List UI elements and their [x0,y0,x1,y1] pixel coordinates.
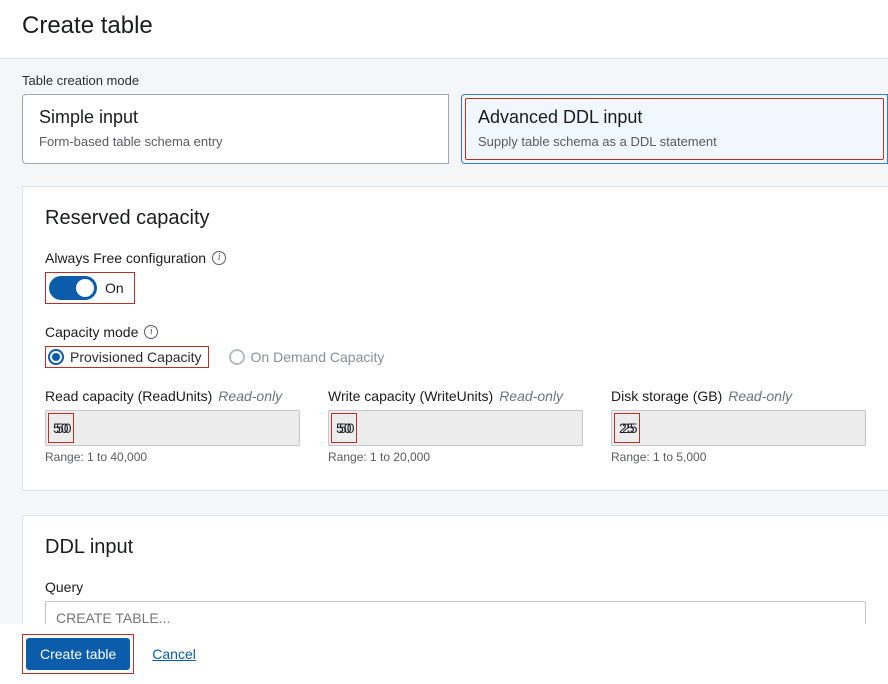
write-capacity-col: Write capacity (WriteUnits) Read-only 50… [328,388,583,464]
mode-label: Table creation mode [22,73,888,88]
mode-advanced-title: Advanced DDL input [478,107,871,128]
capacity-row: Read capacity (ReadUnits) Read-only 50 R… [45,388,866,464]
always-free-state: On [105,280,124,296]
cancel-link[interactable]: Cancel [152,646,196,662]
radio-icon [229,349,245,365]
write-capacity-input [328,410,583,446]
reserved-capacity-panel: Reserved capacity Always Free configurat… [22,186,888,491]
write-capacity-label: Write capacity (WriteUnits) [328,388,493,404]
read-capacity-input [45,410,300,446]
footer-bar: Create table Cancel [0,624,888,684]
ddl-query-label: Query [45,579,866,595]
read-capacity-help: Range: 1 to 40,000 [45,450,300,464]
disk-readonly-tag: Read-only [728,388,792,404]
read-capacity-col: Read capacity (ReadUnits) Read-only 50 R… [45,388,300,464]
mode-advanced-sub: Supply table schema as a DDL statement [478,134,871,149]
read-readonly-tag: Read-only [218,388,282,404]
mode-card-advanced[interactable]: Advanced DDL input Supply table schema a… [461,94,888,164]
always-free-label: Always Free configuration [45,250,206,266]
mode-simple-title: Simple input [39,107,432,128]
create-table-button[interactable]: Create table [26,638,130,670]
always-free-highlight: On [45,272,135,304]
reserved-title: Reserved capacity [45,207,866,230]
write-capacity-help: Range: 1 to 20,000 [328,450,583,464]
disk-storage-help: Range: 1 to 5,000 [611,450,866,464]
ddl-title: DDL input [45,536,866,559]
mode-row: Simple input Form-based table schema ent… [22,94,888,164]
write-readonly-tag: Read-only [499,388,563,404]
radio-icon [48,349,64,365]
disk-storage-label: Disk storage (GB) [611,388,722,404]
create-highlight: Create table [22,634,134,674]
mode-simple-sub: Form-based table schema entry [39,134,432,149]
radio-ondemand[interactable]: On Demand Capacity [229,349,385,365]
radio-ondemand-label: On Demand Capacity [251,349,385,365]
mode-card-simple[interactable]: Simple input Form-based table schema ent… [22,94,449,164]
radio-provisioned[interactable]: Provisioned Capacity [45,346,209,368]
disk-storage-col: Disk storage (GB) Read-only 25 Range: 1 … [611,388,866,464]
read-capacity-label: Read capacity (ReadUnits) [45,388,212,404]
always-free-toggle[interactable] [49,276,97,300]
always-free-fieldset: Always Free configuration i On [45,250,866,304]
radio-provisioned-label: Provisioned Capacity [70,349,202,365]
info-icon[interactable]: i [212,251,226,265]
capacity-mode-fieldset: Capacity mode i Provisioned Capacity On … [45,324,866,368]
capacity-mode-label: Capacity mode [45,324,138,340]
disk-storage-input [611,410,866,446]
info-icon[interactable]: i [144,325,158,339]
page-title: Create table [0,0,888,59]
body-area: Table creation mode Simple input Form-ba… [0,59,888,647]
